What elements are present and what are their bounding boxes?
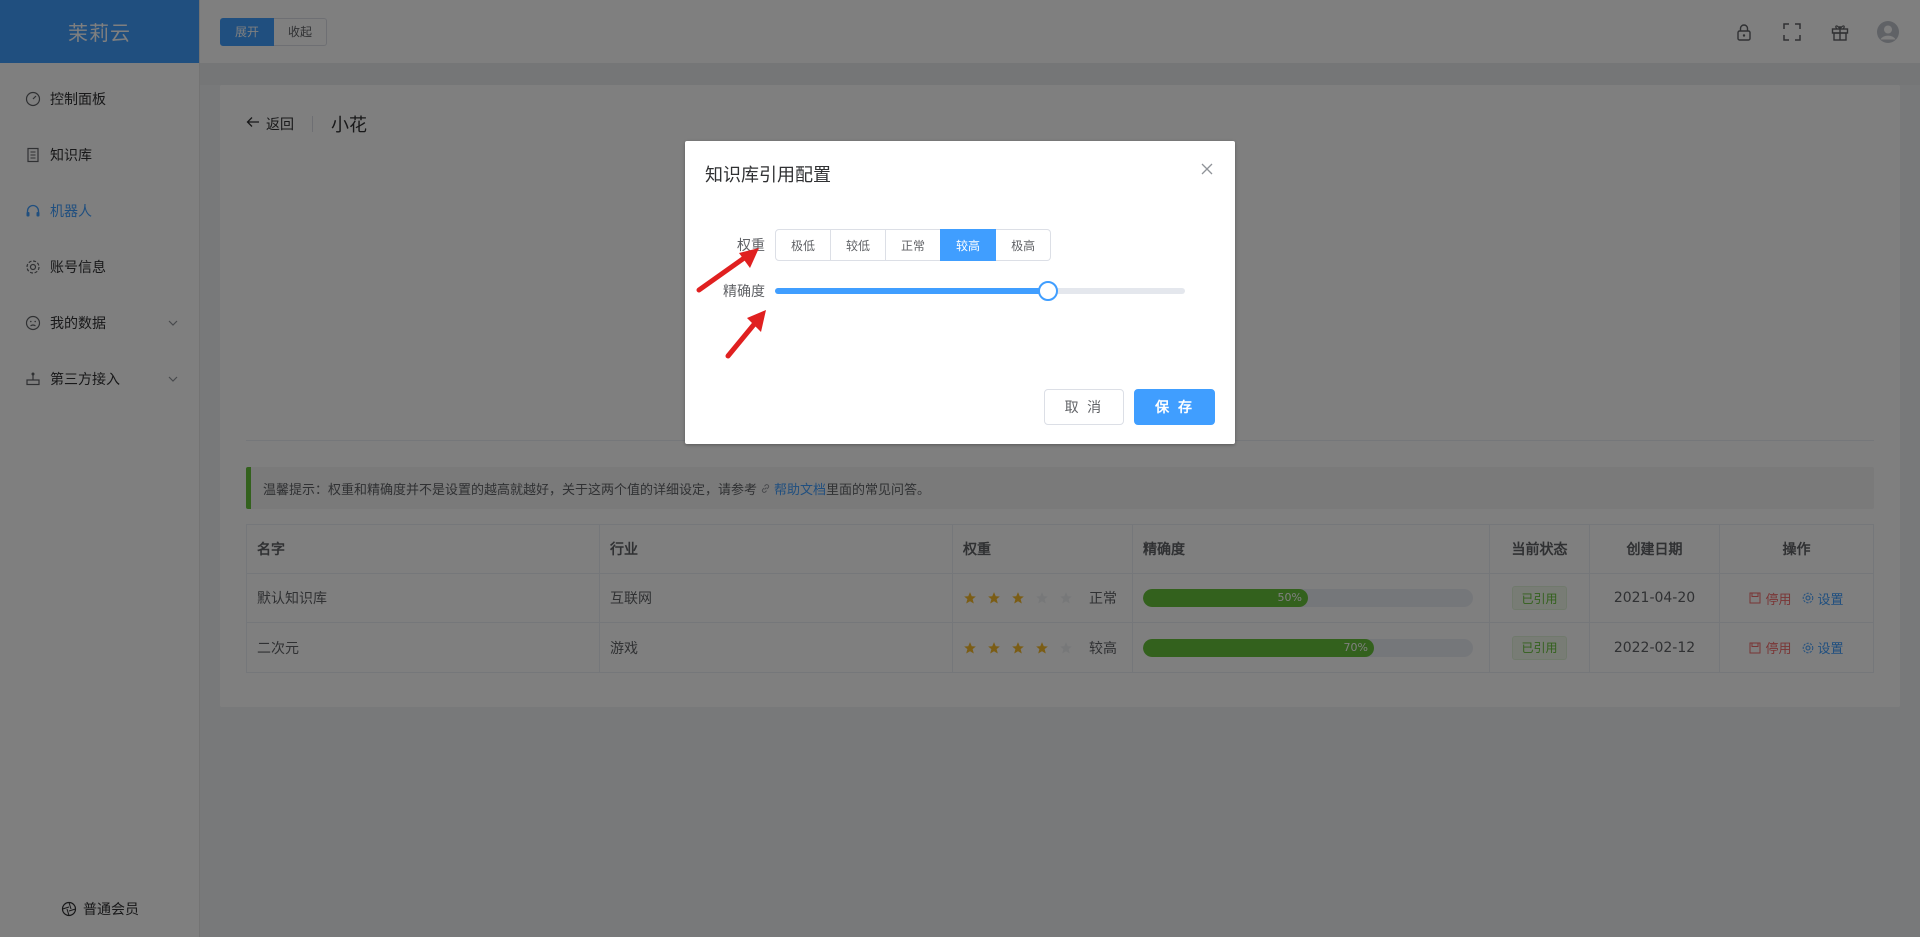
weight-option-1[interactable]: 较低: [831, 229, 887, 261]
slider-handle[interactable]: [1037, 281, 1058, 301]
weight-option-0[interactable]: 极低: [775, 229, 832, 261]
close-icon[interactable]: [1199, 161, 1215, 177]
annotation-arrow-icon: [725, 310, 766, 359]
weight-radio-group: 极低 较低 正常 较高 极高: [775, 229, 1052, 261]
weight-option-3[interactable]: 较高: [941, 229, 997, 261]
dialog-footer: 取 消 保 存: [1043, 389, 1215, 425]
precision-slider[interactable]: [775, 281, 1185, 301]
save-button[interactable]: 保 存: [1134, 389, 1215, 425]
weight-option-4[interactable]: 极高: [996, 229, 1052, 261]
kb-config-dialog: 知识库引用配置 权重 极低 较低 正常 较高 极高 精确度 取 消 保 存: [685, 141, 1235, 444]
annotation-arrow-icon: [696, 248, 759, 293]
slider-track-fill: [775, 288, 1048, 294]
cancel-button[interactable]: 取 消: [1043, 389, 1125, 425]
weight-option-2[interactable]: 正常: [886, 229, 942, 261]
dialog-title: 知识库引用配置: [705, 165, 831, 186]
